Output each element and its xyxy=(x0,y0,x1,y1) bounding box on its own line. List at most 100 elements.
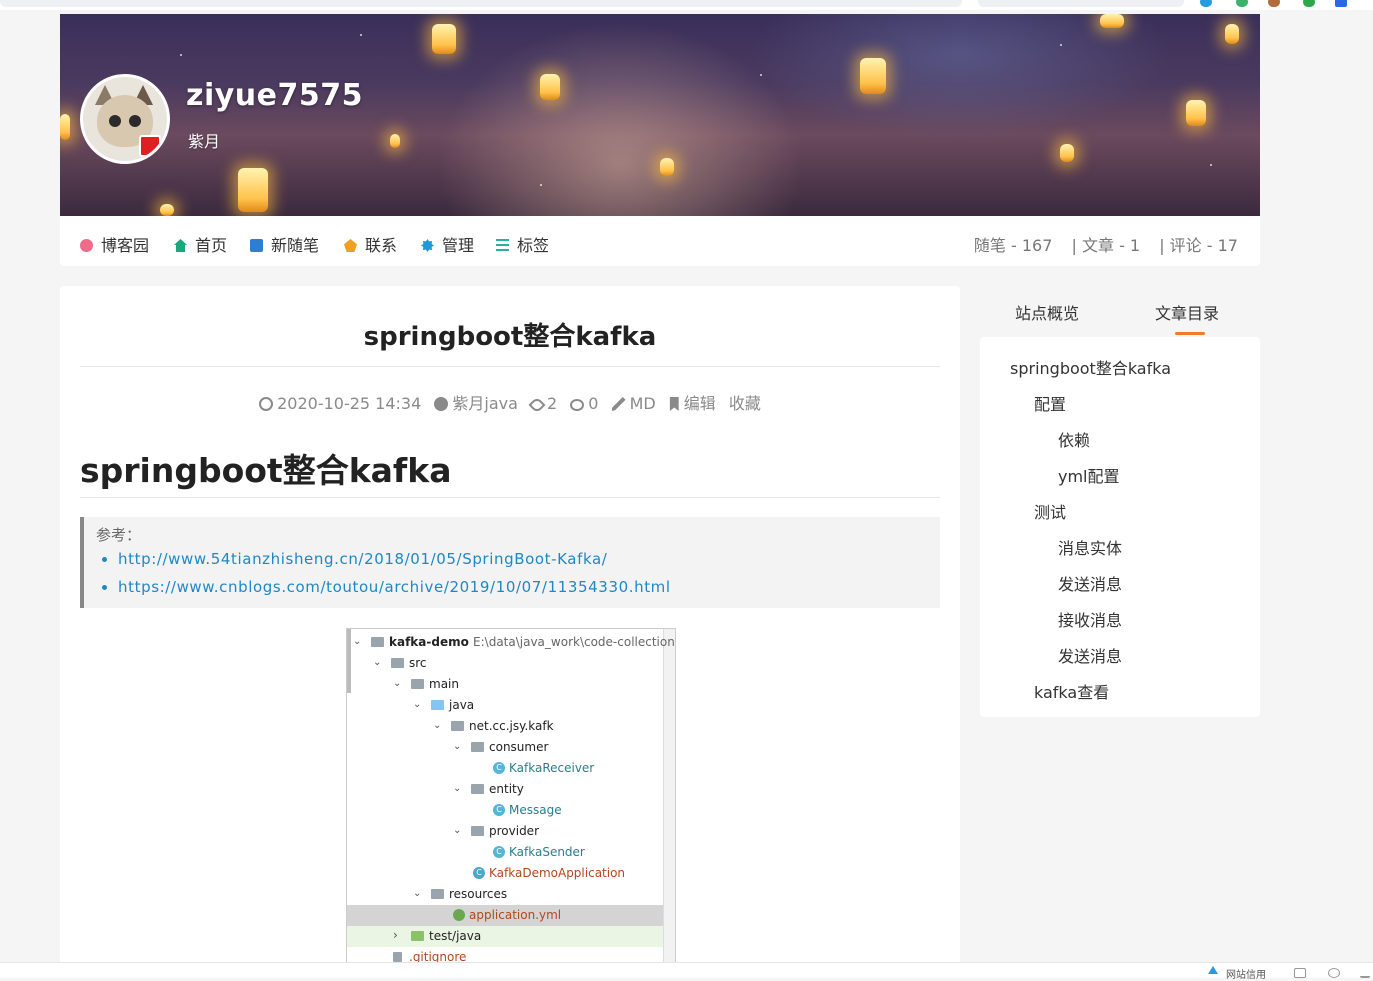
reference-link[interactable]: https://www.cnblogs.com/toutou/archive/2… xyxy=(118,573,671,601)
address-bar[interactable] xyxy=(0,0,962,7)
reference-link[interactable]: http://www.54tianzhisheng.cn/2018/01/05/… xyxy=(118,545,671,573)
tree-row[interactable]: C Message xyxy=(347,800,663,821)
tree-label: Message xyxy=(509,803,562,817)
tree-label: entity xyxy=(489,782,524,796)
flag-icon xyxy=(139,135,161,157)
lantern-decoration xyxy=(1100,14,1124,28)
nav-item-home[interactable]: 首页 xyxy=(174,232,227,256)
nav-item-new-post[interactable]: 新随笔 xyxy=(250,232,319,256)
tree-project-path: E:\data\java_work\code-collection xyxy=(473,635,675,649)
clock-icon xyxy=(259,397,274,411)
tab-toc[interactable]: 文章目录 xyxy=(1155,300,1219,324)
reference-label: 参考： xyxy=(96,526,142,544)
tree-label: application.yml xyxy=(469,908,562,922)
edit-link[interactable]: 编辑 xyxy=(684,394,716,413)
sliders-icon xyxy=(496,239,509,252)
tree-row[interactable]: C KafkaDemoApplication xyxy=(347,863,663,884)
flower-icon xyxy=(80,239,93,252)
tree-label: test/java xyxy=(429,929,482,943)
nav-item-admin[interactable]: 管理 xyxy=(421,232,474,256)
sidebar-tabs: 站点概览 文章目录 xyxy=(980,286,1260,336)
articles-count[interactable]: | 文章 - 1 xyxy=(1072,236,1141,255)
toc-panel: springboot整合kafka 配置 依赖 yml配置 测试 消息实体 发送… xyxy=(980,337,1260,717)
bookmark-icon xyxy=(669,397,679,411)
extension-icon[interactable] xyxy=(1268,0,1280,7)
nav-label: 联系 xyxy=(365,236,398,255)
tree-row[interactable]: ⌄ main xyxy=(347,674,663,695)
tree-label: provider xyxy=(489,824,539,838)
lantern-decoration xyxy=(60,114,70,140)
main-navbar: 博客园 首页 新随笔 联系 管理 标签 随笔 - 167 | 文章 - 1 | … xyxy=(60,216,1260,266)
nav-item-contact[interactable]: 联系 xyxy=(344,232,397,256)
toc-item[interactable]: 发送消息 xyxy=(1058,643,1122,667)
comment-icon xyxy=(570,399,585,411)
tree-row[interactable]: ⌄ java xyxy=(347,695,663,716)
browser-status-bar: 网站信用 xyxy=(0,962,1373,981)
nav-label: 管理 xyxy=(442,236,475,255)
search-bar[interactable] xyxy=(978,0,1184,7)
extension-icon[interactable] xyxy=(1236,0,1248,7)
eye-icon xyxy=(528,396,546,414)
nav-label: 标签 xyxy=(517,236,550,255)
pencil-icon xyxy=(611,397,626,411)
lantern-decoration xyxy=(432,24,456,54)
post-title[interactable]: springboot整合kafka xyxy=(60,316,960,353)
tree-label: consumer xyxy=(489,740,549,754)
posts-count[interactable]: 随笔 - 167 xyxy=(974,236,1053,255)
tree-row[interactable]: ⌄ resources xyxy=(347,884,663,905)
lantern-decoration xyxy=(238,168,268,212)
yml-file-icon xyxy=(453,909,465,921)
divider xyxy=(80,366,940,367)
toc-item[interactable]: 配置 xyxy=(1034,391,1066,415)
home-icon xyxy=(174,239,187,252)
lantern-decoration xyxy=(660,158,674,176)
lantern-decoration xyxy=(160,204,174,216)
site-credit-label[interactable]: 网站信用 xyxy=(1226,966,1266,981)
tree-row[interactable]: C KafkaSender xyxy=(347,842,663,863)
tree-row[interactable]: ⌄ kafka-demo E:\data\java_work\code-coll… xyxy=(347,632,675,653)
toc-item[interactable]: 发送消息 xyxy=(1058,571,1122,595)
toc-item[interactable]: 依赖 xyxy=(1058,427,1090,451)
lantern-decoration xyxy=(1225,24,1239,44)
extension-icon[interactable] xyxy=(1335,0,1347,7)
blog-title[interactable]: ziyue7575 xyxy=(186,78,363,113)
class-icon: C xyxy=(493,846,505,858)
nav-label: 新随笔 xyxy=(271,236,320,255)
nav-label: 博客园 xyxy=(101,236,150,255)
tree-row[interactable]: ⌄ consumer xyxy=(347,737,663,758)
tree-row[interactable]: ⌄ provider xyxy=(347,821,663,842)
extension-icon[interactable] xyxy=(1200,0,1212,7)
toc-item[interactable]: 接收消息 xyxy=(1058,607,1122,631)
toc-item[interactable]: 消息实体 xyxy=(1058,535,1122,559)
user-icon xyxy=(434,397,449,411)
tree-project-name: kafka-demo xyxy=(389,635,469,649)
reference-blockquote: 参考： http://www.54tianzhisheng.cn/2018/01… xyxy=(80,517,940,608)
toc-item[interactable]: 测试 xyxy=(1034,499,1066,523)
tree-label: KafkaSender xyxy=(509,845,585,859)
nav-item-cnblogs[interactable]: 博客园 xyxy=(80,232,149,256)
tree-row[interactable]: ⌄ entity xyxy=(347,779,663,800)
tree-row[interactable]: ⌄ src xyxy=(347,653,663,674)
contact-icon xyxy=(344,239,357,252)
tree-row-selected[interactable]: application.yml xyxy=(347,905,663,926)
toc-item[interactable]: springboot整合kafka xyxy=(1010,355,1171,379)
favorite-link[interactable]: 收藏 xyxy=(729,394,761,413)
tree-row[interactable]: › test/java xyxy=(347,926,663,947)
post-author[interactable]: 紫月java xyxy=(452,394,518,413)
toc-item[interactable]: kafka查看 xyxy=(1034,679,1109,703)
nav-item-tags[interactable]: 标签 xyxy=(496,232,549,256)
lantern-decoration xyxy=(1186,100,1206,126)
spring-class-icon: C xyxy=(473,867,485,879)
avatar[interactable] xyxy=(80,74,170,164)
comment-count[interactable]: 0 xyxy=(588,394,598,413)
tree-row[interactable]: C KafkaReceiver xyxy=(347,758,663,779)
lantern-decoration xyxy=(1060,144,1074,162)
class-icon: C xyxy=(493,804,505,816)
tree-label: main xyxy=(429,677,459,691)
tree-row[interactable]: ⌄ net.cc.jsy.kafk xyxy=(347,716,663,737)
comments-count[interactable]: | 评论 - 17 xyxy=(1159,236,1238,255)
extension-icon[interactable] xyxy=(1303,0,1315,7)
lantern-decoration xyxy=(390,134,400,148)
toc-item[interactable]: yml配置 xyxy=(1058,463,1120,487)
tab-site-overview[interactable]: 站点概览 xyxy=(1015,300,1079,324)
